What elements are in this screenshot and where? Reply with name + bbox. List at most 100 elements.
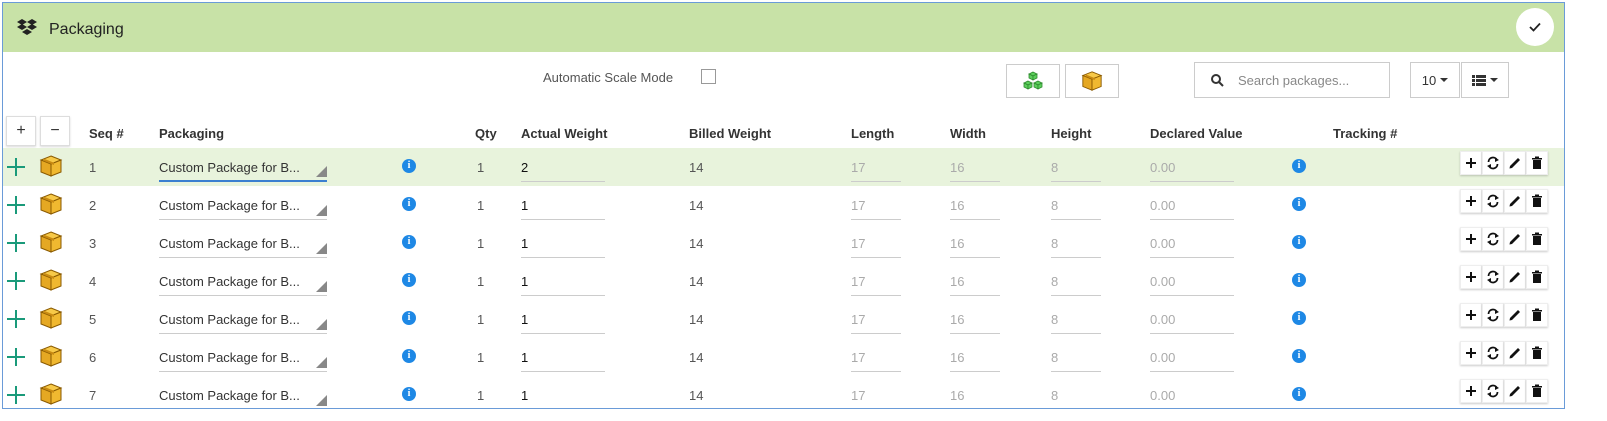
info-icon[interactable]: i xyxy=(1292,235,1306,249)
add-item-icon[interactable] xyxy=(6,157,26,177)
remove-row-button[interactable]: − xyxy=(40,116,70,146)
column-header-tracking[interactable]: Tracking # xyxy=(1333,126,1397,141)
length-input[interactable]: 17 xyxy=(851,156,901,182)
add-icon[interactable] xyxy=(1460,303,1482,327)
table-row[interactable]: 5 Custom Package for B... i 1 1 14 17 16 8 0.00 i xyxy=(3,300,1564,338)
actual-weight-input[interactable]: 1 xyxy=(521,270,605,296)
edit-icon[interactable] xyxy=(1504,303,1526,327)
table-row[interactable]: 1 Custom Package for B... i 1 2 14 17 16 8 0.00 i xyxy=(3,148,1564,186)
add-item-icon[interactable] xyxy=(6,385,26,405)
height-input[interactable]: 8 xyxy=(1051,232,1101,258)
column-header-width[interactable]: Width xyxy=(950,126,986,141)
height-input[interactable]: 8 xyxy=(1051,270,1101,296)
delete-icon[interactable] xyxy=(1526,151,1548,175)
packaging-select[interactable]: Custom Package for B... xyxy=(159,384,327,408)
column-header-declared-value[interactable]: Declared Value xyxy=(1150,126,1243,141)
refresh-icon[interactable] xyxy=(1482,227,1504,251)
info-icon[interactable]: i xyxy=(1292,387,1306,401)
add-icon[interactable] xyxy=(1460,151,1482,175)
width-input[interactable]: 16 xyxy=(950,270,1000,296)
view-options-dropdown[interactable] xyxy=(1461,62,1509,98)
packaging-select[interactable]: Custom Package for B... xyxy=(159,270,327,296)
refresh-icon[interactable] xyxy=(1482,341,1504,365)
length-input[interactable]: 17 xyxy=(851,308,901,334)
delete-icon[interactable] xyxy=(1526,265,1548,289)
refresh-icon[interactable] xyxy=(1482,303,1504,327)
add-icon[interactable] xyxy=(1460,341,1482,365)
actual-weight-input[interactable]: 1 xyxy=(521,194,605,220)
column-header-packaging[interactable]: Packaging xyxy=(159,126,224,141)
info-icon[interactable]: i xyxy=(402,235,416,249)
length-input[interactable]: 17 xyxy=(851,232,901,258)
info-icon[interactable]: i xyxy=(402,197,416,211)
add-row-button[interactable]: + xyxy=(6,116,36,146)
add-item-icon[interactable] xyxy=(6,195,26,215)
info-icon[interactable]: i xyxy=(402,273,416,287)
width-input[interactable]: 16 xyxy=(950,232,1000,258)
declared-value-input[interactable]: 0.00 xyxy=(1150,156,1234,182)
delete-icon[interactable] xyxy=(1526,189,1548,213)
actual-weight-input[interactable]: 1 xyxy=(521,346,605,372)
column-header-actual-weight[interactable]: Actual Weight xyxy=(521,126,607,141)
confirm-button[interactable] xyxy=(1516,8,1554,46)
edit-icon[interactable] xyxy=(1504,151,1526,175)
actual-weight-input[interactable]: 1 xyxy=(521,232,605,258)
declared-value-input[interactable]: 0.00 xyxy=(1150,194,1234,220)
info-icon[interactable]: i xyxy=(402,349,416,363)
single-package-button[interactable] xyxy=(1065,64,1119,98)
height-input[interactable]: 8 xyxy=(1051,194,1101,220)
delete-icon[interactable] xyxy=(1526,341,1548,365)
height-input[interactable]: 8 xyxy=(1051,308,1101,334)
actual-weight-input[interactable]: 1 xyxy=(521,384,605,408)
refresh-icon[interactable] xyxy=(1482,151,1504,175)
packaging-select[interactable]: Custom Package for B... xyxy=(159,232,327,258)
packaging-select[interactable]: Custom Package for B... xyxy=(159,346,327,372)
packaging-select[interactable]: Custom Package for B... xyxy=(159,156,327,182)
search-input[interactable] xyxy=(1236,71,1380,89)
add-icon[interactable] xyxy=(1460,379,1482,403)
width-input[interactable]: 16 xyxy=(950,384,1000,408)
declared-value-input[interactable]: 0.00 xyxy=(1150,270,1234,296)
refresh-icon[interactable] xyxy=(1482,265,1504,289)
add-item-icon[interactable] xyxy=(6,309,26,329)
edit-icon[interactable] xyxy=(1504,265,1526,289)
page-size-dropdown[interactable]: 10 xyxy=(1410,62,1460,98)
length-input[interactable]: 17 xyxy=(851,270,901,296)
add-icon[interactable] xyxy=(1460,227,1482,251)
table-row[interactable]: 7 Custom Package for B... i 1 1 14 17 16 8 0.00 i xyxy=(3,376,1564,408)
column-header-height[interactable]: Height xyxy=(1051,126,1091,141)
declared-value-input[interactable]: 0.00 xyxy=(1150,384,1234,408)
declared-value-input[interactable]: 0.00 xyxy=(1150,346,1234,372)
info-icon[interactable]: i xyxy=(402,159,416,173)
height-input[interactable]: 8 xyxy=(1051,156,1101,182)
info-icon[interactable]: i xyxy=(1292,311,1306,325)
actual-weight-input[interactable]: 2 xyxy=(521,156,605,182)
delete-icon[interactable] xyxy=(1526,379,1548,403)
edit-icon[interactable] xyxy=(1504,227,1526,251)
edit-icon[interactable] xyxy=(1504,189,1526,213)
actual-weight-input[interactable]: 1 xyxy=(521,308,605,334)
column-header-billed-weight[interactable]: Billed Weight xyxy=(689,126,771,141)
add-item-icon[interactable] xyxy=(6,347,26,367)
table-row[interactable]: 4 Custom Package for B... i 1 1 14 17 16 8 0.00 i xyxy=(3,262,1564,300)
info-icon[interactable]: i xyxy=(1292,159,1306,173)
delete-icon[interactable] xyxy=(1526,227,1548,251)
refresh-icon[interactable] xyxy=(1482,189,1504,213)
table-row[interactable]: 3 Custom Package for B... i 1 1 14 17 16 8 0.00 i xyxy=(3,224,1564,262)
table-row[interactable]: 2 Custom Package for B... i 1 1 14 17 16 8 0.00 i xyxy=(3,186,1564,224)
width-input[interactable]: 16 xyxy=(950,194,1000,220)
packaging-select[interactable]: Custom Package for B... xyxy=(159,308,327,334)
edit-icon[interactable] xyxy=(1504,379,1526,403)
info-icon[interactable]: i xyxy=(402,311,416,325)
width-input[interactable]: 16 xyxy=(950,346,1000,372)
declared-value-input[interactable]: 0.00 xyxy=(1150,232,1234,258)
delete-icon[interactable] xyxy=(1526,303,1548,327)
column-header-seq[interactable]: Seq # xyxy=(89,126,124,141)
info-icon[interactable]: i xyxy=(402,387,416,401)
scale-mode-checkbox[interactable] xyxy=(701,69,716,84)
search-box[interactable] xyxy=(1194,62,1390,98)
width-input[interactable]: 16 xyxy=(950,156,1000,182)
add-item-icon[interactable] xyxy=(6,233,26,253)
length-input[interactable]: 17 xyxy=(851,194,901,220)
height-input[interactable]: 8 xyxy=(1051,346,1101,372)
